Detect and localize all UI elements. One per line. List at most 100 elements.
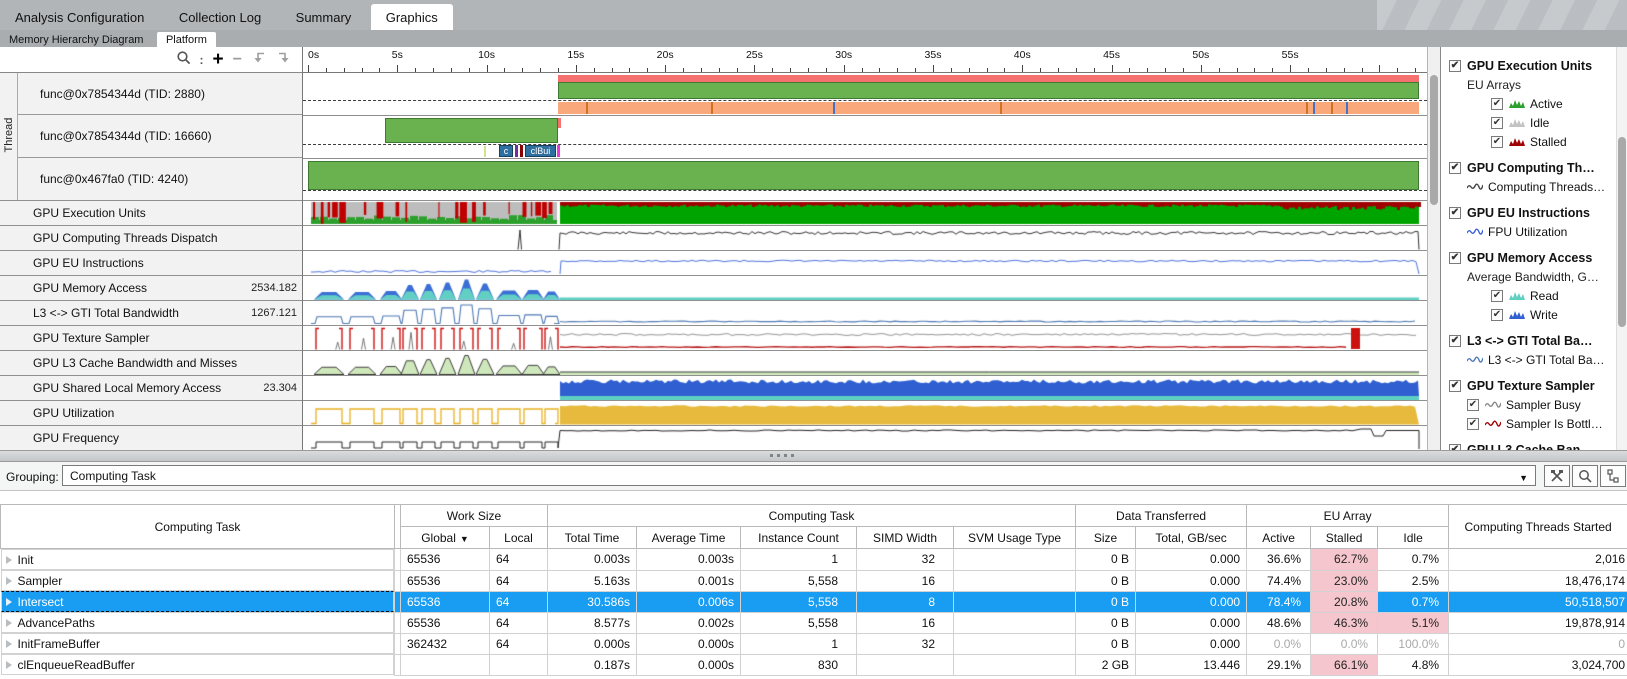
ruler-tick (915, 68, 916, 72)
row-expander-icon[interactable] (6, 640, 12, 648)
checkbox-checked[interactable]: ✔ (1491, 117, 1503, 129)
zoom-select-icon[interactable] (176, 50, 191, 70)
checkbox-checked[interactable]: ✔ (1467, 399, 1479, 411)
time-ruler[interactable]: 0s5s10s15s20s25s30s35s40s45s50s55s (303, 47, 1427, 73)
metric-row-label[interactable]: GPU Memory Access2534.182 (0, 275, 302, 300)
metric-chart-row[interactable] (303, 250, 1427, 275)
checkbox-checked[interactable]: ✔ (1491, 290, 1503, 302)
thread2-task-bar[interactable] (385, 118, 558, 143)
checkbox-checked[interactable]: ✔ (1467, 418, 1479, 430)
metric-chart-row[interactable] (303, 350, 1427, 375)
column-header-total-time[interactable]: Total Time (548, 527, 637, 549)
thread3-task-bar[interactable] (308, 161, 1419, 190)
splitter-grip[interactable] (770, 454, 794, 457)
cell-instance_count: 5,558 (741, 612, 857, 633)
checkbox-checked[interactable]: ✔ (1491, 309, 1503, 321)
customize-columns-button[interactable] (1544, 465, 1570, 487)
metric-chart-row[interactable] (303, 375, 1427, 400)
metric-row-label[interactable]: GPU Utilization (0, 400, 302, 425)
checkbox-checked[interactable]: ✔ (1449, 380, 1461, 392)
tab-summary[interactable]: Summary (281, 4, 367, 32)
column-header-svm-usage-type[interactable]: SVM Usage Type (954, 527, 1076, 549)
checkbox-checked[interactable]: ✔ (1449, 335, 1461, 347)
metric-rows-chart[interactable] (303, 200, 1427, 450)
thread1-task-bar[interactable] (558, 82, 1419, 99)
metric-chart-row[interactable] (303, 300, 1427, 325)
metric-row-label[interactable]: GPU EU Instructions (0, 250, 302, 275)
column-header-stalled[interactable]: Stalled (1311, 527, 1378, 549)
thread-axis-label: Thread (3, 107, 15, 163)
column-header-computing-task-name[interactable]: Computing Task (1, 505, 395, 549)
column-header-size[interactable]: Size (1076, 527, 1136, 549)
thread1-api-bar[interactable] (558, 102, 1419, 114)
ruler-tick (772, 68, 773, 72)
checkbox-checked[interactable]: ✔ (1449, 252, 1461, 264)
checkbox-checked[interactable]: ✔ (1491, 136, 1503, 148)
table-row-init[interactable]: Init65536640.003s0.003s1320 B0.00036.6%6… (1, 549, 1627, 571)
api-marker-clbuildprogram[interactable]: clBui (525, 145, 556, 157)
table-row-initframebuffer[interactable]: InitFrameBuffer362432640.000s0.000s1320 … (1, 633, 1627, 654)
table-row-sampler[interactable]: Sampler65536645.163s0.001s5,558160 B0.00… (1, 570, 1627, 591)
column-header-average-time[interactable]: Average Time (637, 527, 741, 549)
zoom-in-icon[interactable]: + (213, 55, 224, 65)
metric-row-label[interactable]: GPU Texture Sampler (0, 325, 302, 350)
checkbox-checked[interactable]: ✔ (1449, 60, 1461, 72)
row-expander-icon[interactable] (6, 598, 12, 606)
checkbox-checked[interactable]: ✔ (1449, 162, 1461, 174)
row-expander-icon[interactable] (6, 661, 12, 669)
metric-chart-row[interactable] (303, 425, 1427, 450)
timeline-chart[interactable]: 0s5s10s15s20s25s30s35s40s45s50s55s c (303, 47, 1427, 450)
table-row-intersect[interactable]: Intersect655366430.586s0.006s5,55880 B0.… (1, 591, 1627, 612)
tab-graphics[interactable]: Graphics (371, 4, 453, 32)
metric-chart-row[interactable] (303, 325, 1427, 350)
timeline-vertical-scrollbar[interactable] (1427, 47, 1440, 450)
table-row-clenqueuereadbuffer[interactable]: clEnqueueReadBuffer0.187s0.000s8302 GB13… (1, 654, 1627, 675)
search-button[interactable] (1572, 465, 1598, 487)
checkbox-checked[interactable]: ✔ (1491, 98, 1503, 110)
metric-row-label[interactable]: L3 <-> GTI Total Bandwidth1267.121 (0, 300, 302, 325)
metric-row-label[interactable]: GPU Shared Local Memory Access23.304 (0, 375, 302, 400)
thread1-gpu-busy-bar[interactable] (558, 75, 1419, 82)
column-header-global[interactable]: Global▼ (401, 527, 490, 549)
column-header-total-gbsec[interactable]: Total, GB/sec (1136, 527, 1247, 549)
column-header-computing-threads-started[interactable]: Computing Threads Started (1449, 505, 1627, 549)
scrollbar-thumb[interactable] (1430, 75, 1438, 205)
metric-chart-row[interactable] (303, 400, 1427, 425)
column-header-idle[interactable]: Idle (1378, 527, 1449, 549)
row-expander-icon[interactable] (6, 577, 12, 585)
zoom-out-icon[interactable]: − (233, 55, 242, 65)
table-row-advancepaths[interactable]: AdvancePaths65536648.577s0.002s5,558160 … (1, 612, 1627, 633)
thread-row-label-4240[interactable]: func@0x467fa0 (TID: 4240) (18, 158, 302, 200)
pane-splitter[interactable] (0, 450, 1627, 462)
api-marker-c[interactable]: c (499, 145, 513, 157)
grouping-select[interactable]: Computing Task ▼ (62, 465, 1536, 486)
metric-chart-row[interactable] (303, 275, 1427, 300)
undo-zoom-icon[interactable] (251, 50, 267, 69)
column-header-active[interactable]: Active (1247, 527, 1311, 549)
column-header-simd-width[interactable]: SIMD Width (857, 527, 954, 549)
legend-scrollbar[interactable] (1616, 47, 1627, 450)
thread-row-label-16660[interactable]: func@0x7854344d (TID: 16660) (18, 115, 302, 158)
tab-analysis-configuration[interactable]: Analysis Configuration (0, 4, 159, 32)
metric-row-label[interactable]: GPU L3 Cache Bandwidth and Misses (0, 350, 302, 375)
metric-chart-row[interactable] (303, 200, 1427, 225)
checkbox-checked[interactable]: ✔ (1449, 207, 1461, 219)
show-hierarchy-button[interactable] (1600, 465, 1626, 487)
metric-row-label[interactable]: GPU Execution Units (0, 200, 302, 225)
scrollbar-thumb[interactable] (1618, 137, 1626, 327)
thread-row-label-2880[interactable]: func@0x7854344d (TID: 2880) (18, 73, 302, 115)
cell-local: 64 (490, 591, 548, 612)
ruler-tick (1254, 68, 1255, 72)
thread-rows-chart[interactable]: c clBui (303, 73, 1427, 200)
tab-collection-log[interactable]: Collection Log (164, 4, 276, 32)
column-header-instance-count[interactable]: Instance Count (741, 527, 857, 549)
metric-chart-row[interactable] (303, 225, 1427, 250)
row-expander-icon[interactable] (6, 556, 12, 564)
row-expander-icon[interactable] (6, 619, 12, 627)
metric-row-label[interactable]: GPU Computing Threads Dispatch (0, 225, 302, 250)
task-name: AdvancePaths (18, 616, 95, 630)
column-header-local[interactable]: Local (490, 527, 548, 549)
metric-row-label[interactable]: GPU Frequency (0, 425, 302, 450)
ruler-tick (933, 65, 934, 72)
redo-zoom-icon[interactable] (276, 50, 292, 69)
